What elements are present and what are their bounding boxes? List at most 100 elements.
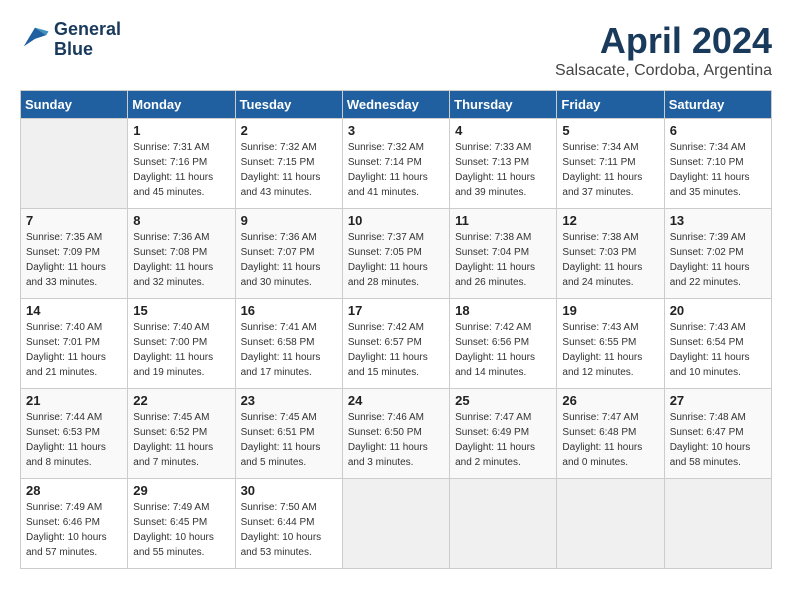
day-number: 13 [670,213,766,228]
day-info: Sunrise: 7:32 AMSunset: 7:15 PMDaylight:… [241,140,337,200]
calendar-cell: 25 Sunrise: 7:47 AMSunset: 6:49 PMDayligh… [450,389,557,479]
day-number: 30 [241,483,337,498]
calendar-cell: 20 Sunrise: 7:43 AMSunset: 6:54 PMDayligh… [664,299,771,389]
calendar-cell: 23 Sunrise: 7:45 AMSunset: 6:51 PMDayligh… [235,389,342,479]
day-info: Sunrise: 7:45 AMSunset: 6:51 PMDaylight:… [241,410,337,470]
day-number: 6 [670,123,766,138]
week-row-4: 21 Sunrise: 7:44 AMSunset: 6:53 PMDayligh… [21,389,772,479]
day-info: Sunrise: 7:50 AMSunset: 6:44 PMDaylight:… [241,500,337,560]
column-header-thursday: Thursday [450,91,557,119]
column-header-monday: Monday [128,91,235,119]
day-number: 11 [455,213,551,228]
calendar-table: SundayMondayTuesdayWednesdayThursdayFrid… [20,90,772,569]
calendar-cell: 1 Sunrise: 7:31 AMSunset: 7:16 PMDaylight… [128,119,235,209]
calendar-cell: 30 Sunrise: 7:50 AMSunset: 6:44 PMDayligh… [235,479,342,569]
day-info: Sunrise: 7:33 AMSunset: 7:13 PMDaylight:… [455,140,551,200]
calendar-cell [664,479,771,569]
day-number: 16 [241,303,337,318]
day-info: Sunrise: 7:38 AMSunset: 7:03 PMDaylight:… [562,230,658,290]
calendar-cell: 28 Sunrise: 7:49 AMSunset: 6:46 PMDayligh… [21,479,128,569]
calendar-cell: 6 Sunrise: 7:34 AMSunset: 7:10 PMDaylight… [664,119,771,209]
calendar-cell: 8 Sunrise: 7:36 AMSunset: 7:08 PMDaylight… [128,209,235,299]
day-info: Sunrise: 7:40 AMSunset: 7:01 PMDaylight:… [26,320,122,380]
day-number: 14 [26,303,122,318]
calendar-cell: 10 Sunrise: 7:37 AMSunset: 7:05 PMDayligh… [342,209,449,299]
day-info: Sunrise: 7:32 AMSunset: 7:14 PMDaylight:… [348,140,444,200]
day-info: Sunrise: 7:40 AMSunset: 7:00 PMDaylight:… [133,320,229,380]
calendar-cell: 26 Sunrise: 7:47 AMSunset: 6:48 PMDayligh… [557,389,664,479]
calendar-cell: 11 Sunrise: 7:38 AMSunset: 7:04 PMDayligh… [450,209,557,299]
day-number: 26 [562,393,658,408]
day-number: 8 [133,213,229,228]
day-number: 28 [26,483,122,498]
page-header: General Blue April 2024 Salsacate, Cordo… [20,20,772,80]
day-number: 23 [241,393,337,408]
day-info: Sunrise: 7:49 AMSunset: 6:45 PMDaylight:… [133,500,229,560]
day-info: Sunrise: 7:45 AMSunset: 6:52 PMDaylight:… [133,410,229,470]
day-info: Sunrise: 7:44 AMSunset: 6:53 PMDaylight:… [26,410,122,470]
day-number: 10 [348,213,444,228]
day-number: 15 [133,303,229,318]
column-header-friday: Friday [557,91,664,119]
day-info: Sunrise: 7:31 AMSunset: 7:16 PMDaylight:… [133,140,229,200]
calendar-header-row: SundayMondayTuesdayWednesdayThursdayFrid… [21,91,772,119]
day-info: Sunrise: 7:43 AMSunset: 6:54 PMDaylight:… [670,320,766,380]
calendar-cell: 15 Sunrise: 7:40 AMSunset: 7:00 PMDayligh… [128,299,235,389]
calendar-cell: 21 Sunrise: 7:44 AMSunset: 6:53 PMDayligh… [21,389,128,479]
day-number: 5 [562,123,658,138]
column-header-wednesday: Wednesday [342,91,449,119]
day-number: 1 [133,123,229,138]
week-row-1: 1 Sunrise: 7:31 AMSunset: 7:16 PMDaylight… [21,119,772,209]
calendar-cell: 18 Sunrise: 7:42 AMSunset: 6:56 PMDayligh… [450,299,557,389]
day-number: 18 [455,303,551,318]
day-info: Sunrise: 7:42 AMSunset: 6:57 PMDaylight:… [348,320,444,380]
day-info: Sunrise: 7:49 AMSunset: 6:46 PMDaylight:… [26,500,122,560]
day-info: Sunrise: 7:41 AMSunset: 6:58 PMDaylight:… [241,320,337,380]
day-number: 29 [133,483,229,498]
calendar-cell: 5 Sunrise: 7:34 AMSunset: 7:11 PMDaylight… [557,119,664,209]
calendar-cell: 29 Sunrise: 7:49 AMSunset: 6:45 PMDayligh… [128,479,235,569]
calendar-cell: 24Sunrise: 7:46 AMSunset: 6:50 PMDayligh… [342,389,449,479]
calendar-cell: 27 Sunrise: 7:48 AMSunset: 6:47 PMDayligh… [664,389,771,479]
location-title: Salsacate, Cordoba, Argentina [555,62,772,80]
day-info: Sunrise: 7:36 AMSunset: 7:08 PMDaylight:… [133,230,229,290]
calendar-cell [450,479,557,569]
calendar-cell [342,479,449,569]
calendar-cell: 9Sunrise: 7:36 AMSunset: 7:07 PMDaylight… [235,209,342,299]
day-number: 21 [26,393,122,408]
day-number: 2 [241,123,337,138]
day-info: Sunrise: 7:48 AMSunset: 6:47 PMDaylight:… [670,410,766,470]
day-info: Sunrise: 7:47 AMSunset: 6:49 PMDaylight:… [455,410,551,470]
calendar-cell: 12Sunrise: 7:38 AMSunset: 7:03 PMDayligh… [557,209,664,299]
day-info: Sunrise: 7:35 AMSunset: 7:09 PMDaylight:… [26,230,122,290]
day-number: 19 [562,303,658,318]
title-block: April 2024 Salsacate, Cordoba, Argentina [555,20,772,80]
calendar-cell: 13Sunrise: 7:39 AMSunset: 7:02 PMDayligh… [664,209,771,299]
calendar-cell: 22Sunrise: 7:45 AMSunset: 6:52 PMDayligh… [128,389,235,479]
day-info: Sunrise: 7:34 AMSunset: 7:11 PMDaylight:… [562,140,658,200]
logo-text: General Blue [54,20,121,60]
day-info: Sunrise: 7:47 AMSunset: 6:48 PMDaylight:… [562,410,658,470]
day-number: 4 [455,123,551,138]
day-info: Sunrise: 7:34 AMSunset: 7:10 PMDaylight:… [670,140,766,200]
day-number: 24 [348,393,444,408]
calendar-cell: 14 Sunrise: 7:40 AMSunset: 7:01 PMDayligh… [21,299,128,389]
column-header-sunday: Sunday [21,91,128,119]
column-header-tuesday: Tuesday [235,91,342,119]
day-info: Sunrise: 7:43 AMSunset: 6:55 PMDaylight:… [562,320,658,380]
day-info: Sunrise: 7:37 AMSunset: 7:05 PMDaylight:… [348,230,444,290]
calendar-cell: 19 Sunrise: 7:43 AMSunset: 6:55 PMDayligh… [557,299,664,389]
week-row-3: 14 Sunrise: 7:40 AMSunset: 7:01 PMDayligh… [21,299,772,389]
day-number: 27 [670,393,766,408]
day-number: 20 [670,303,766,318]
day-number: 25 [455,393,551,408]
day-number: 3 [348,123,444,138]
day-number: 9 [241,213,337,228]
calendar-cell: 17Sunrise: 7:42 AMSunset: 6:57 PMDayligh… [342,299,449,389]
week-row-2: 7Sunrise: 7:35 AMSunset: 7:09 PMDaylight… [21,209,772,299]
calendar-cell [557,479,664,569]
day-info: Sunrise: 7:42 AMSunset: 6:56 PMDaylight:… [455,320,551,380]
day-info: Sunrise: 7:38 AMSunset: 7:04 PMDaylight:… [455,230,551,290]
logo-icon [20,22,50,52]
week-row-5: 28 Sunrise: 7:49 AMSunset: 6:46 PMDayligh… [21,479,772,569]
